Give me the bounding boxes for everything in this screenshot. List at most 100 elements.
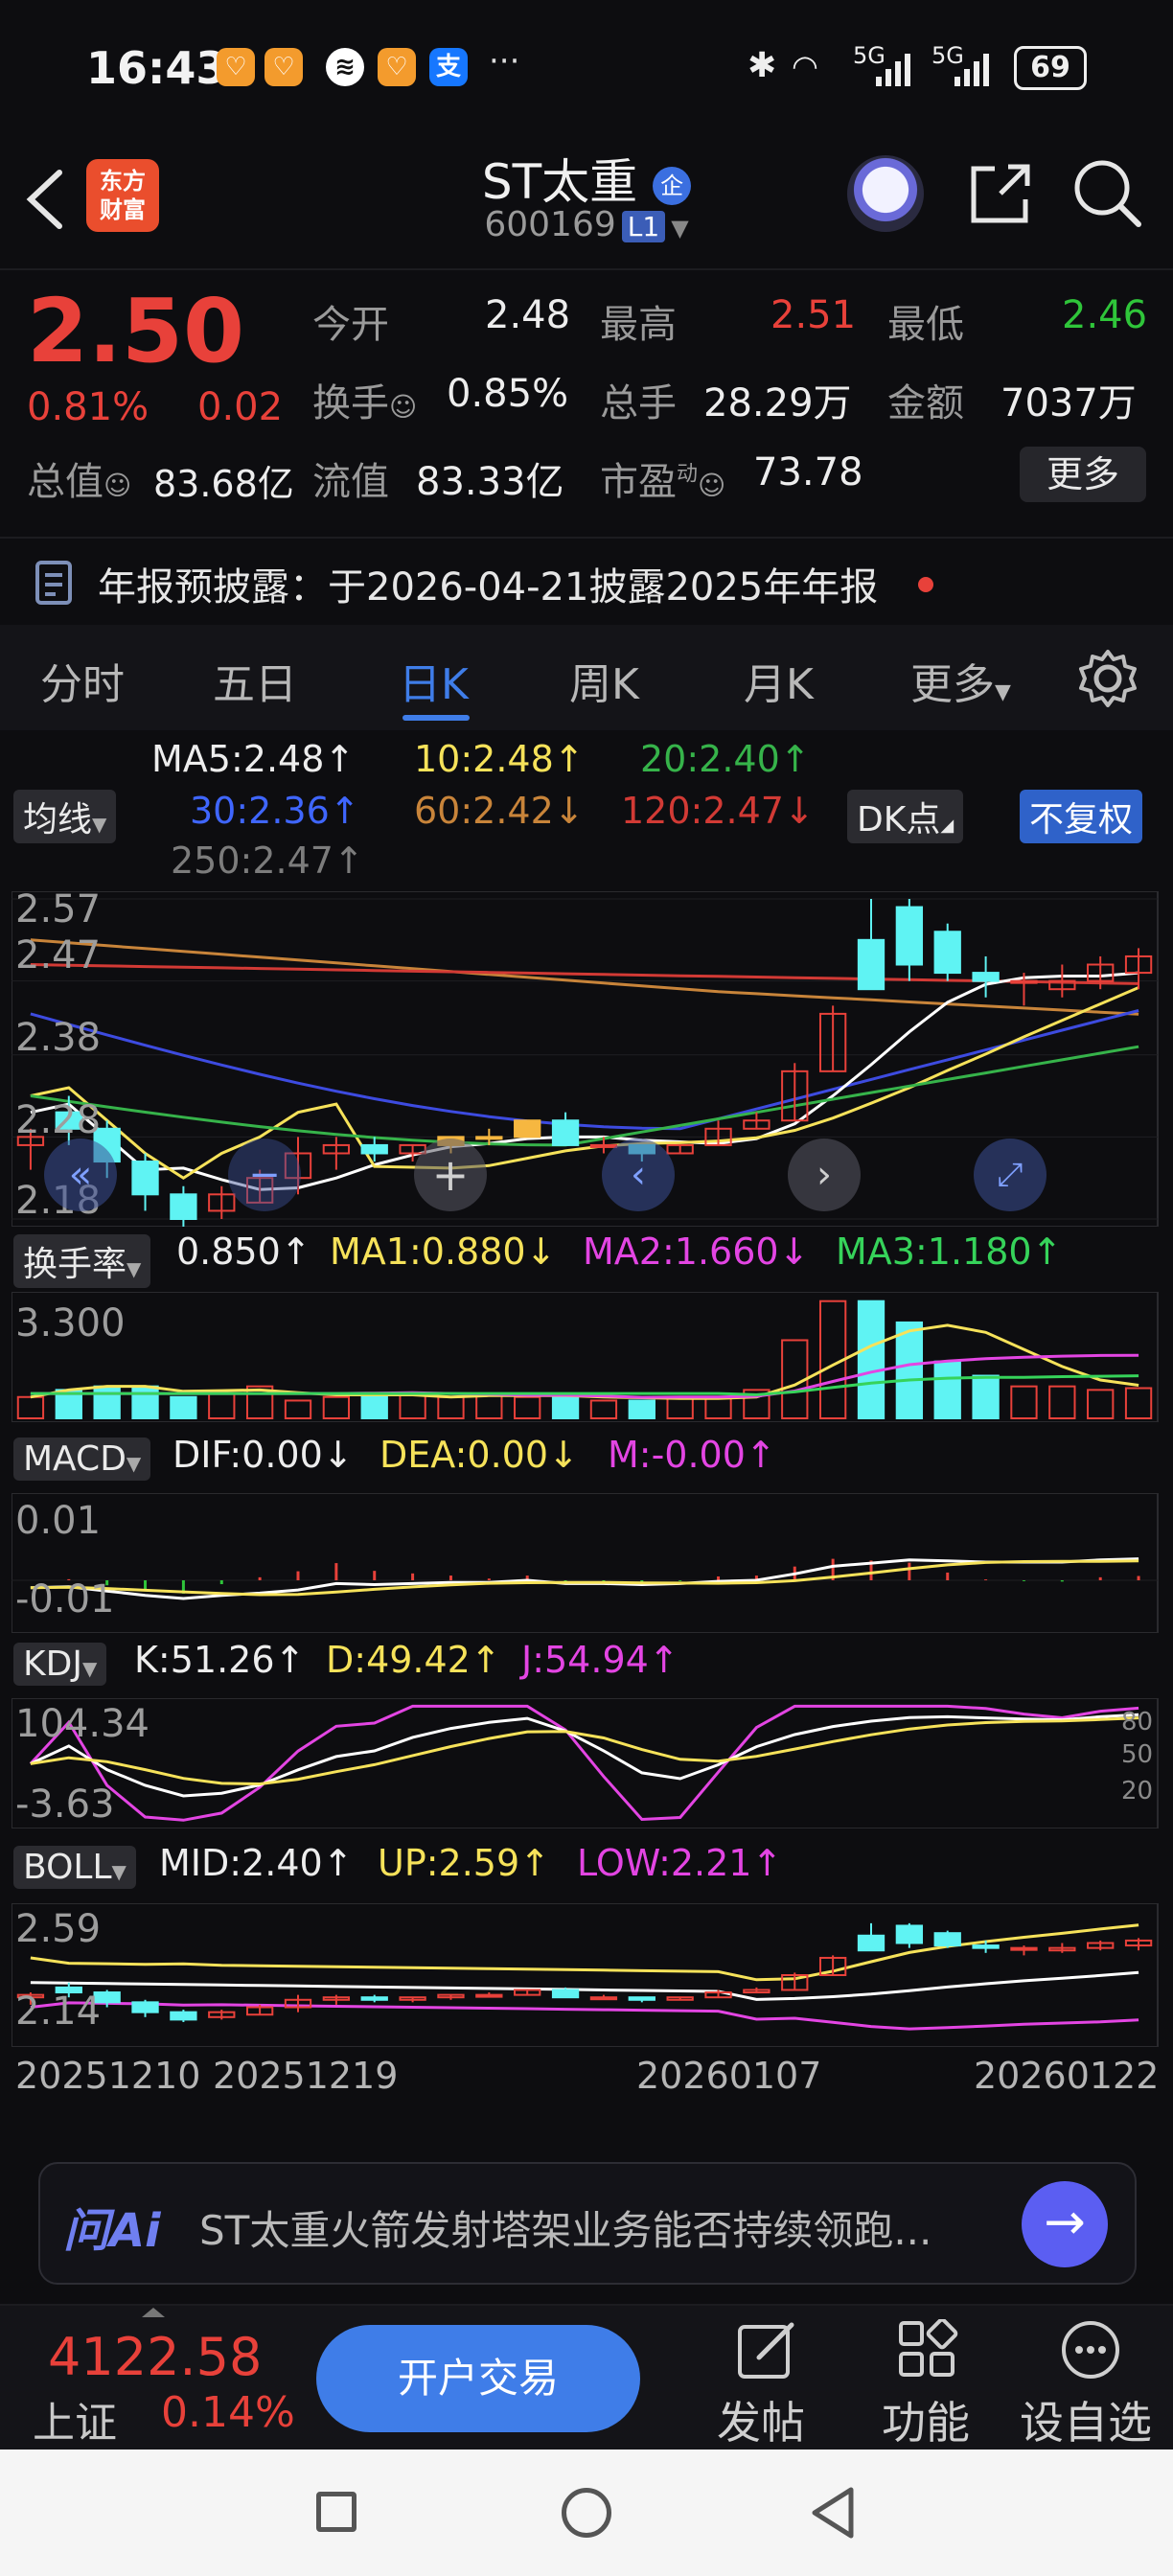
chevron-down-icon: ▼ bbox=[671, 215, 689, 242]
candle-body bbox=[972, 972, 1000, 982]
tab-daily-k[interactable]: 日K bbox=[399, 650, 469, 711]
scroll-left-icon[interactable]: ‹ bbox=[602, 1138, 675, 1211]
macd-y-top: 0.01 bbox=[15, 1499, 102, 1543]
boll-candle-body bbox=[1010, 1946, 1038, 1951]
turnover-bar bbox=[551, 1395, 580, 1420]
edit-post-icon[interactable] bbox=[736, 2319, 797, 2380]
turnover-bar bbox=[93, 1385, 121, 1419]
zoom-out-icon[interactable]: − bbox=[228, 1138, 301, 1211]
more-button[interactable]: 更多 bbox=[1020, 447, 1146, 502]
scroll-right-icon[interactable]: › bbox=[788, 1138, 861, 1211]
post-label[interactable]: 发帖 bbox=[717, 2388, 805, 2451]
turnover-bar bbox=[360, 1395, 388, 1420]
boll-candle-body bbox=[475, 1993, 503, 1998]
robot-assistant-icon[interactable] bbox=[847, 155, 924, 232]
turnover-value: 0.85% bbox=[447, 372, 569, 416]
more-options-icon[interactable] bbox=[1060, 2319, 1121, 2380]
y-axis-label: 2.28 bbox=[15, 1098, 102, 1142]
more-notifications-icon: ··· bbox=[489, 42, 520, 80]
dk-point-button[interactable]: DK点◢ bbox=[847, 790, 964, 843]
home-icon[interactable] bbox=[562, 2488, 611, 2538]
ai-brand: 问Ai bbox=[63, 2204, 161, 2258]
settings-gear-icon[interactable] bbox=[1077, 648, 1138, 709]
pe-value: 73.78 bbox=[753, 450, 863, 494]
kdj-y-top: 104.34 bbox=[15, 1702, 150, 1746]
index-value[interactable]: 4122.58 bbox=[48, 2327, 262, 2387]
macd-dif: DIF:0.00↓ bbox=[172, 1434, 354, 1476]
y-axis-label: 2.38 bbox=[15, 1016, 102, 1060]
voice-app-icon: ≋ bbox=[326, 48, 364, 86]
turnover-bar bbox=[208, 1392, 236, 1419]
zoom-in-icon[interactable]: + bbox=[414, 1138, 487, 1211]
boll-y-bottom: 2.14 bbox=[15, 1990, 102, 2034]
recents-icon[interactable] bbox=[316, 2492, 356, 2532]
no-adjust-button[interactable]: 不复权 bbox=[1020, 790, 1143, 843]
ma20-line bbox=[30, 1045, 1139, 1147]
y-axis-label: 2.47 bbox=[15, 933, 102, 978]
turnover-bar bbox=[666, 1395, 694, 1420]
kdj-y-bottom: -3.63 bbox=[15, 1782, 115, 1827]
boll-candle-body bbox=[857, 1934, 886, 1952]
expand-up-icon[interactable] bbox=[142, 2308, 165, 2317]
app-notification-icon: ♡ bbox=[264, 48, 303, 86]
candle-body bbox=[514, 1119, 541, 1138]
turnover-bar bbox=[399, 1392, 426, 1419]
active-tab-indicator bbox=[402, 715, 470, 721]
share-icon[interactable] bbox=[966, 159, 1035, 228]
tab-intraday[interactable]: 分时 bbox=[40, 650, 125, 711]
candle-body bbox=[857, 938, 886, 991]
candle-body bbox=[895, 906, 924, 966]
ai-question-bar[interactable]: 问Ai ST太重火箭发射塔架业务能否持续领跑... → bbox=[38, 2162, 1137, 2285]
total-value: 83.68亿 bbox=[153, 463, 294, 505]
indicator-selector[interactable]: 均线▼ bbox=[13, 790, 117, 843]
open-value: 2.48 bbox=[485, 293, 571, 337]
turnover-selector[interactable]: 换手率▼ bbox=[13, 1234, 151, 1288]
unread-dot bbox=[918, 577, 933, 592]
ma250-legend: 250:2.47↑ bbox=[171, 840, 364, 882]
tab-monthly-k[interactable]: 月K bbox=[744, 650, 814, 711]
turnover-bar bbox=[514, 1395, 541, 1420]
back-nav-icon[interactable] bbox=[809, 2486, 857, 2540]
stock-header: 东方 财富 ST太重 企 600169 L1 ▼ bbox=[0, 134, 1173, 270]
float-value-label: 流值 bbox=[312, 460, 389, 504]
turnover-y-label: 3.300 bbox=[15, 1301, 126, 1346]
tab-more[interactable]: 更多▼ bbox=[910, 650, 1011, 711]
stock-code: 600169 bbox=[484, 205, 616, 244]
boll-selector[interactable]: BOLL▼ bbox=[13, 1846, 136, 1889]
document-icon bbox=[35, 561, 72, 605]
kdj-selector[interactable]: KDJ▼ bbox=[13, 1643, 107, 1686]
function-grid-icon[interactable] bbox=[897, 2319, 958, 2380]
add-watchlist-label[interactable]: 设自选 bbox=[1020, 2388, 1152, 2451]
ma60-legend: 60:2.42↓ bbox=[414, 790, 585, 832]
pe-label: 市盈动☺ bbox=[600, 460, 726, 504]
amount-label: 金额 bbox=[887, 381, 964, 426]
arrow-right-icon[interactable]: → bbox=[1022, 2181, 1108, 2267]
index-name: 上证 bbox=[33, 2399, 117, 2448]
boll-candle-body bbox=[131, 2001, 159, 2013]
turnover-ma2: MA2:1.660↓ bbox=[583, 1230, 810, 1273]
turnover-bar bbox=[322, 1395, 351, 1420]
turnover-bar bbox=[1087, 1389, 1115, 1420]
date-label: 20251210 bbox=[15, 2055, 201, 2097]
ai-prompt: ST太重火箭发射塔架业务能否持续领跑... bbox=[199, 2207, 932, 2254]
macd-selector[interactable]: MACD▼ bbox=[13, 1438, 151, 1481]
boll-candle-body bbox=[551, 1989, 580, 1999]
fullscreen-icon[interactable]: ⤢ bbox=[974, 1138, 1046, 1211]
open-label: 今开 bbox=[312, 303, 389, 347]
tab-weekly-k[interactable]: 周K bbox=[569, 650, 639, 711]
low-label: 最低 bbox=[887, 303, 964, 347]
ma120-legend: 120:2.47↓ bbox=[621, 790, 815, 832]
boll-candle-body bbox=[170, 2011, 197, 2021]
turnover-bar bbox=[628, 1399, 656, 1419]
search-icon[interactable] bbox=[1071, 157, 1144, 230]
tab-five-day[interactable]: 五日 bbox=[213, 650, 297, 711]
open-account-trade-button[interactable]: 开户交易 bbox=[316, 2325, 640, 2432]
stock-name: ST太重 bbox=[481, 154, 638, 210]
system-nav-bar bbox=[0, 2450, 1173, 2576]
rewind-icon[interactable]: « bbox=[44, 1138, 117, 1211]
turnover-ma1: MA1:0.880↓ bbox=[330, 1230, 557, 1273]
quote-panel: 2.50 0.81% 0.02 今开 2.48 最高 2.51 最低 2.46 … bbox=[0, 270, 1173, 510]
kdj-tick: 80 bbox=[1121, 1708, 1154, 1736]
function-label[interactable]: 功能 bbox=[882, 2388, 970, 2451]
announcement-banner[interactable]: 年报预披露：于2026-04-21披露2025年年报 bbox=[0, 537, 1173, 627]
